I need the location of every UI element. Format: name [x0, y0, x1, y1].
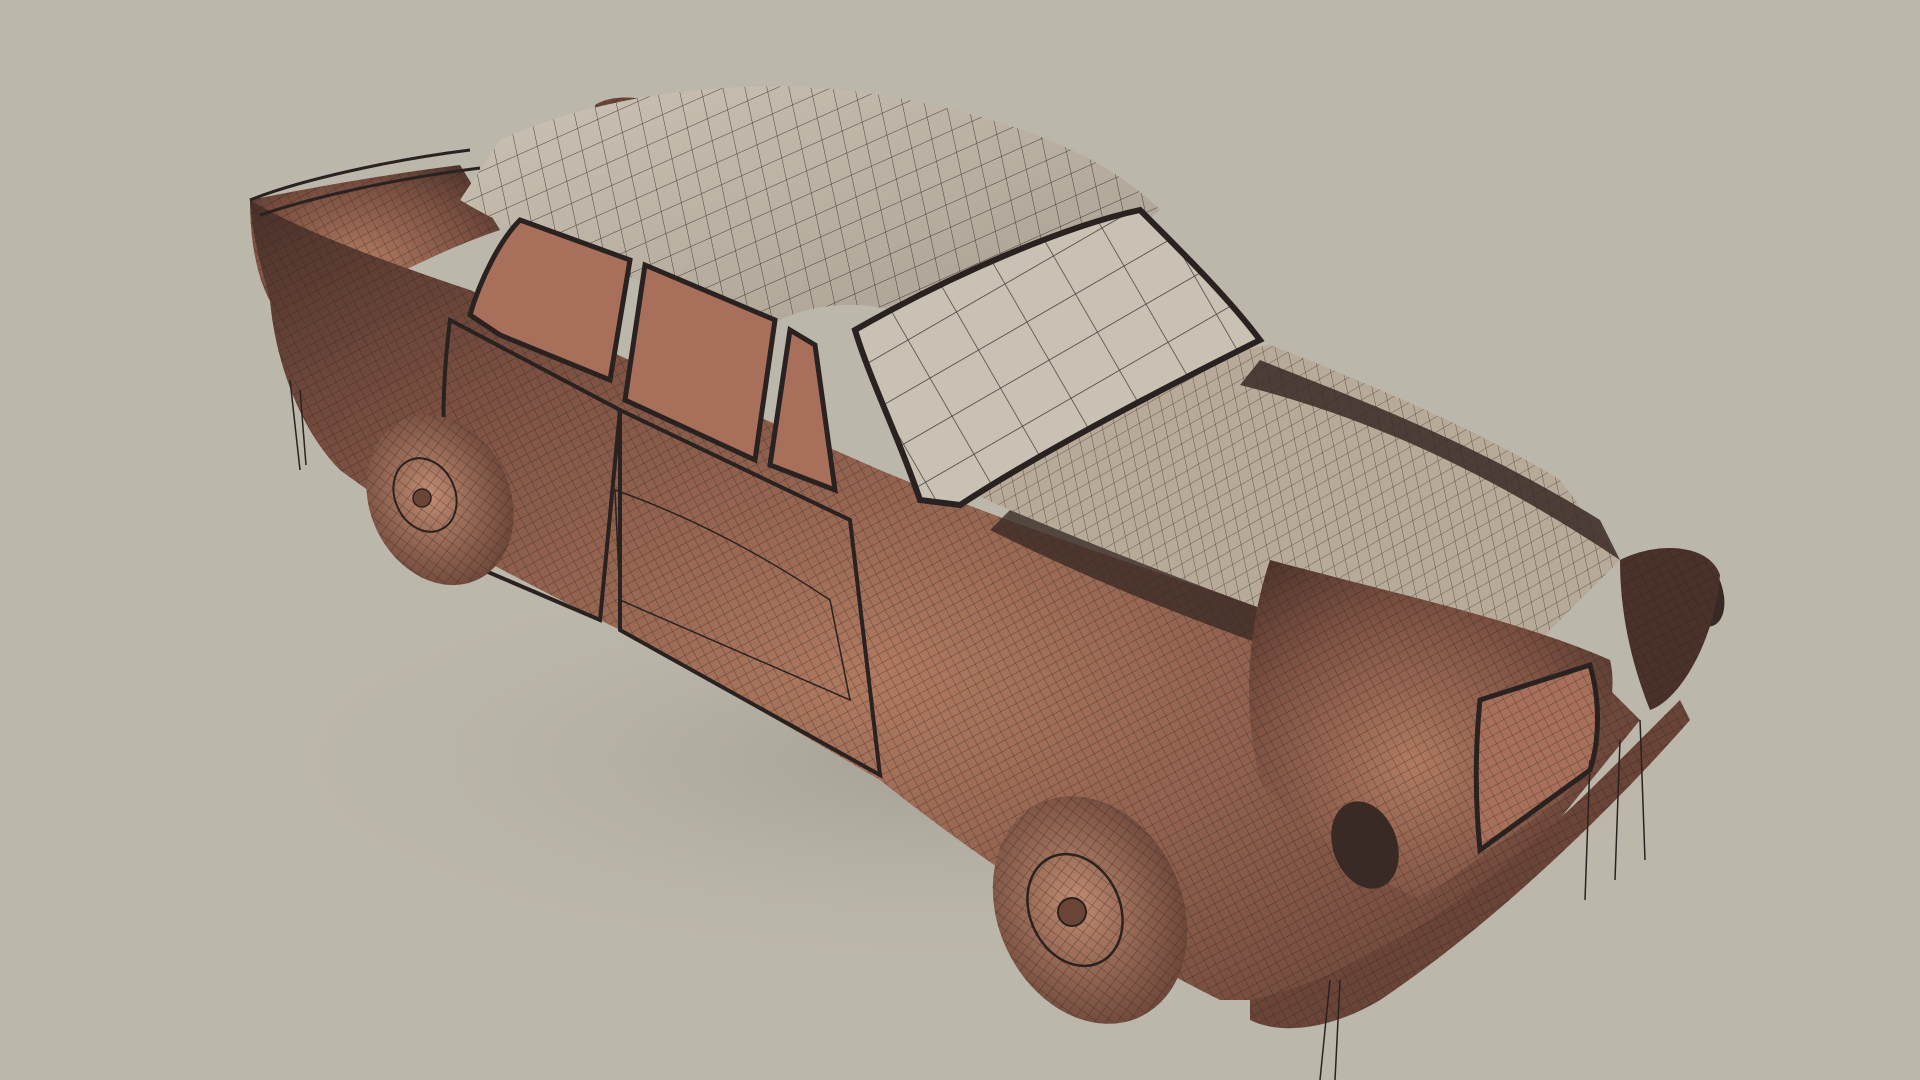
3d-viewport[interactable]	[0, 0, 1920, 1080]
car-render	[220, 86, 1740, 1080]
